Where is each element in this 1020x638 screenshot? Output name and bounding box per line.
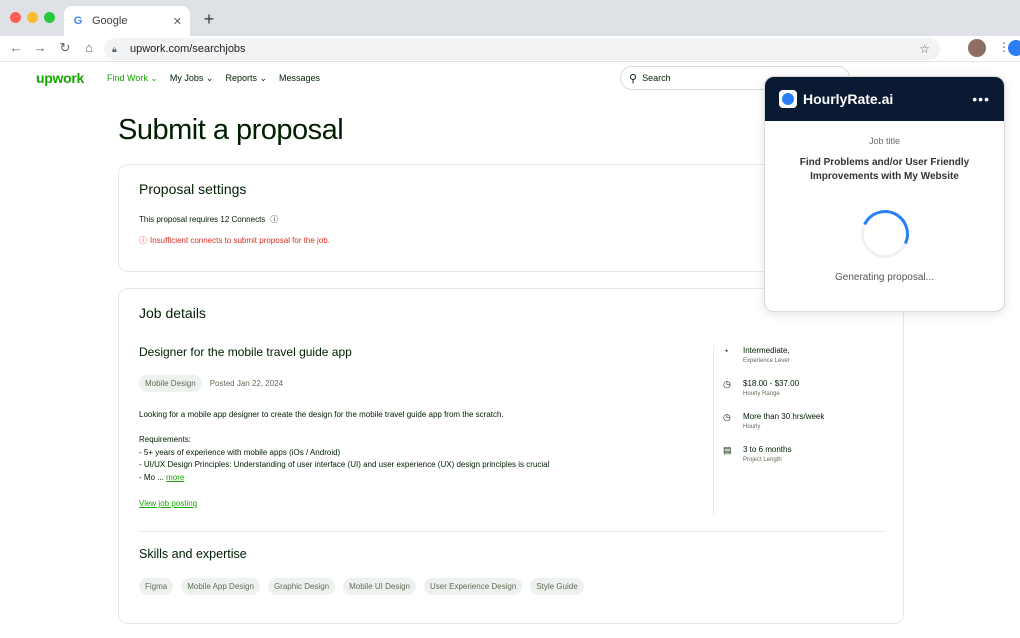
close-window-button[interactable] xyxy=(10,12,21,23)
loading-spinner-icon xyxy=(854,203,916,265)
error-icon: ⓘ xyxy=(139,236,147,245)
tab-title: Google xyxy=(92,15,128,27)
job-title: Designer for the mobile travel guide app xyxy=(139,345,352,359)
popup-brand: HourlyRate.ai xyxy=(803,91,894,107)
category-chip[interactable]: Mobile Design xyxy=(139,375,202,392)
meta-hours: ◷ More than 30 hrs/week Hourly xyxy=(723,412,825,430)
home-icon[interactable]: ⌂ xyxy=(81,40,97,56)
skills-heading: Skills and expertise xyxy=(139,547,247,561)
popup-job-title: Find Problems and/or User Friendly Impro… xyxy=(799,157,970,182)
browser-tab[interactable]: G Google ✕ xyxy=(64,6,190,36)
profile-avatar[interactable] xyxy=(968,39,986,57)
meta-project-length: ▤ 3 to 6 months Project Length xyxy=(723,445,792,463)
search-icon: ⚲ xyxy=(629,72,638,85)
posted-date: Posted Jan 22, 2024 xyxy=(209,379,284,388)
proposal-settings-heading: Proposal settings xyxy=(139,181,247,197)
skill-chip[interactable]: Mobile App Design xyxy=(181,578,260,595)
nav-reports[interactable]: Reports ⌄ xyxy=(225,73,267,84)
more-options-icon[interactable]: ••• xyxy=(972,91,990,107)
generating-status: Generating proposal... xyxy=(835,272,934,283)
upwork-logo[interactable]: upwork xyxy=(36,70,84,86)
nav-my-jobs[interactable]: My Jobs ⌄ xyxy=(170,73,214,84)
skill-chip[interactable]: Graphic Design xyxy=(267,578,336,595)
minimize-window-button[interactable] xyxy=(27,12,38,23)
connects-required-text: This proposal requires 12 Connects xyxy=(139,215,266,224)
divider xyxy=(713,345,714,515)
new-tab-button[interactable]: + xyxy=(200,8,218,30)
lock-icon: 🔒︎ xyxy=(112,44,117,54)
bookmark-star-icon[interactable]: ☆ xyxy=(919,42,930,56)
job-details-card: Job details Designer for the mobile trav… xyxy=(118,288,904,624)
hourlyrate-popup: HourlyRate.ai ••• Job title Find Problem… xyxy=(764,76,1005,312)
skill-chip[interactable]: Mobile UI Design xyxy=(343,578,417,595)
clock-icon: ◷ xyxy=(723,412,731,422)
more-link[interactable]: more xyxy=(166,473,184,482)
description-text: Looking for a mobile app designer to cre… xyxy=(139,410,504,419)
requirements-label: Requirements: xyxy=(139,435,192,444)
skills-list: Figma Mobile App Design Graphic Design M… xyxy=(139,578,584,595)
job-details-heading: Job details xyxy=(139,305,206,321)
requirement-item: - 5+ years of experience with mobile app… xyxy=(139,447,341,457)
page-title: Submit a proposal xyxy=(118,114,344,146)
google-icon: G xyxy=(73,15,83,27)
main-nav: Find Work ⌄ My Jobs ⌄ Reports ⌄ Messages xyxy=(107,73,320,84)
nav-messages[interactable]: Messages xyxy=(279,73,320,84)
clock-icon: ◷ xyxy=(723,379,731,389)
requirement-item: - Mo ... xyxy=(139,472,164,482)
insufficient-connects-error: Insufficient connects to submit proposal… xyxy=(150,236,330,245)
divider xyxy=(139,531,885,532)
calendar-icon: ▤ xyxy=(723,445,732,455)
hourlyrate-extension-icon[interactable] xyxy=(1008,40,1020,56)
url-text: upwork.com/searchjobs xyxy=(130,43,246,55)
meta-experience: ◔ Intermediate, Experience Level xyxy=(723,346,790,364)
help-icon[interactable]: ⓘ xyxy=(270,214,278,225)
forward-icon[interactable]: → xyxy=(32,40,48,56)
back-icon[interactable]: ← xyxy=(8,40,24,56)
reload-icon[interactable]: ↻ xyxy=(57,40,73,56)
skill-chip[interactable]: Figma xyxy=(139,578,174,595)
hourlyrate-logo-icon xyxy=(779,90,797,108)
nav-find-work[interactable]: Find Work ⌄ xyxy=(107,73,158,84)
skill-chip[interactable]: User Experience Design xyxy=(424,578,523,595)
search-placeholder: Search xyxy=(642,73,671,83)
browser-tab-bar: G Google ✕ + xyxy=(0,0,1020,36)
level-icon: ◔ xyxy=(723,346,729,356)
popup-header: HourlyRate.ai ••• xyxy=(765,77,1004,121)
requirement-item: - UI/UX Design Principles: Understanding… xyxy=(139,460,550,469)
meta-hourly-range: ◷ $18.00 - $37.00 Hourly Range xyxy=(723,379,800,397)
job-description: Looking for a mobile app designer to cre… xyxy=(139,409,549,511)
view-job-posting-link[interactable]: View job posting xyxy=(139,499,197,508)
close-icon[interactable]: ✕ xyxy=(173,15,182,28)
browser-toolbar: ← → ↻ ⌂ 🔒︎ upwork.com/searchjobs ☆ ⋮ xyxy=(0,36,1020,62)
maximize-window-button[interactable] xyxy=(44,12,55,23)
skill-chip[interactable]: Style Guide xyxy=(530,578,584,595)
job-title-label: Job title xyxy=(868,136,901,146)
address-bar[interactable]: 🔒︎ upwork.com/searchjobs ☆ xyxy=(104,38,940,60)
